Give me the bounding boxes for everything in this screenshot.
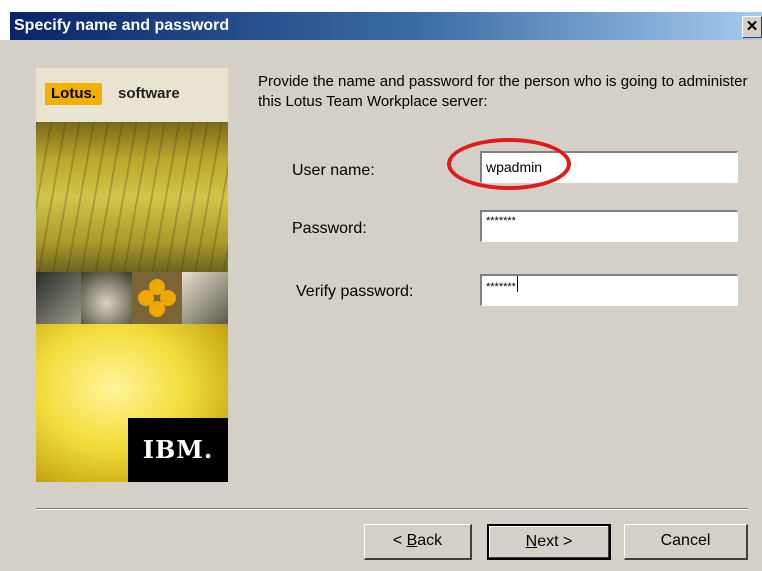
photo-strip-cell-person	[36, 272, 81, 324]
back-button-mnemonic: B	[406, 532, 418, 549]
password-label: Password:	[292, 220, 367, 237]
back-button-prefix: <	[392, 532, 407, 549]
crowd-image-texture	[36, 122, 228, 272]
verify-password-field[interactable]: *******	[480, 274, 738, 306]
next-button[interactable]: Next >	[487, 524, 611, 560]
lotus-flower-icon	[138, 279, 176, 317]
cancel-button-label: Cancel	[660, 532, 711, 549]
lotus-logo: Lotus. software	[36, 68, 228, 122]
close-icon: ✕	[745, 18, 759, 35]
text-caret	[516, 276, 518, 292]
setup-dialog: Specify name and password ✕ Lotus. softw…	[0, 0, 762, 571]
user-name-label: User name:	[292, 162, 375, 179]
photo-strip-cell-hand	[81, 272, 132, 324]
user-name-field[interactable]: wpadmin	[480, 151, 738, 183]
instructions-text: Provide the name and password for the pe…	[258, 73, 748, 110]
ibm-logo: IBM.	[128, 418, 228, 482]
password-mask: *******	[486, 215, 516, 227]
title-bar: Specify name and password ✕	[0, 0, 762, 40]
software-wordmark: software	[118, 85, 180, 102]
back-button[interactable]: < Back	[364, 524, 472, 560]
next-button-label: ext >	[537, 533, 573, 550]
back-button-label: ack	[417, 532, 443, 549]
verify-password-label: Verify password:	[296, 283, 414, 300]
lotus-badge: Lotus.	[45, 83, 102, 105]
next-button-mnemonic: N	[525, 533, 538, 550]
photo-strip-cell-lotus	[132, 272, 182, 324]
password-field[interactable]: *******	[480, 210, 738, 242]
verify-password-mask: *******	[486, 281, 516, 293]
close-button[interactable]: ✕	[742, 16, 762, 38]
photo-strip-cell-face	[182, 272, 228, 324]
user-name-value: wpadmin	[486, 159, 543, 175]
branding-panel: Lotus. software IBM.	[36, 68, 228, 482]
button-separator	[36, 508, 748, 510]
photo-strip	[36, 272, 228, 324]
dialog-title: Specify name and password	[14, 17, 230, 34]
cancel-button[interactable]: Cancel	[624, 524, 748, 560]
